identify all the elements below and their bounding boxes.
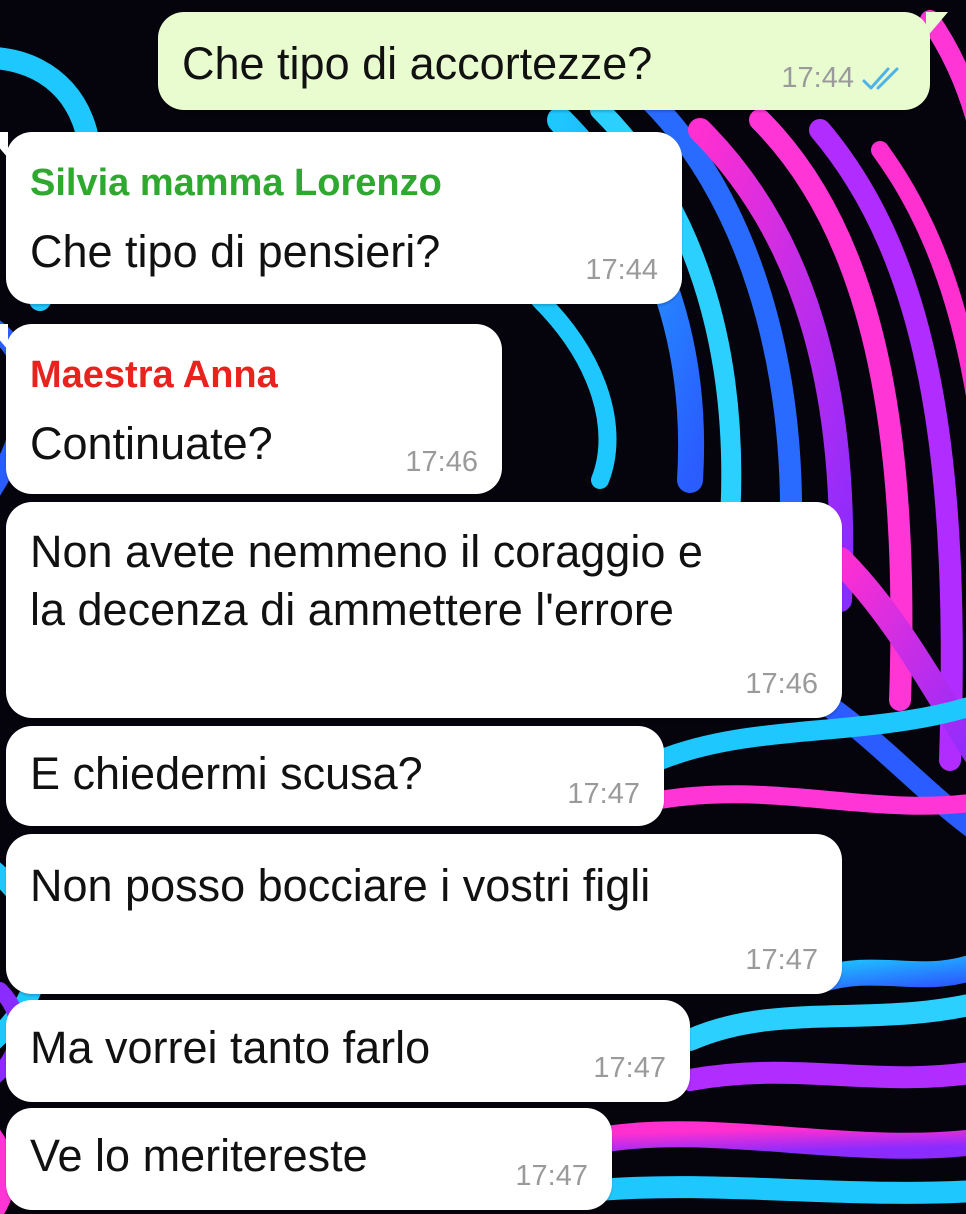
message-timestamp: 17:47 <box>515 1160 588 1192</box>
message-sender-name[interactable]: Maestra Anna <box>30 354 278 397</box>
message-sender-name[interactable]: Silvia mamma Lorenzo <box>30 162 442 205</box>
message-timestamp: 17:44 <box>585 254 658 286</box>
message-timestamp: 17:47 <box>567 778 640 810</box>
message-text: E chiedermi scusa? <box>30 748 423 799</box>
message-bubble-incoming[interactable]: Maestra Anna Continuate? 17:46 <box>6 324 502 494</box>
message-bubble-incoming[interactable]: Non avete nemmeno il coraggio e la decen… <box>6 502 842 718</box>
message-timestamp: 17:46 <box>745 668 818 700</box>
message-text: Continuate? <box>30 418 273 469</box>
message-text: Che tipo di pensieri? <box>30 226 441 277</box>
message-text-line: Non avete nemmeno il coraggio e <box>30 526 703 577</box>
message-text: Che tipo di accortezze? <box>182 38 653 89</box>
message-bubble-outgoing[interactable]: Che tipo di accortezze? 17:44 <box>158 12 930 110</box>
message-timestamp: 17:47 <box>745 944 818 976</box>
message-bubble-incoming[interactable]: Non posso bocciare i vostri figli 17:47 <box>6 834 842 994</box>
message-text: Non posso bocciare i vostri figli <box>30 860 651 911</box>
message-text-line: la decenza di ammettere l'errore <box>30 584 674 635</box>
message-bubble-incoming[interactable]: Ve lo meritereste 17:47 <box>6 1108 612 1210</box>
message-bubble-incoming[interactable]: E chiedermi scusa? 17:47 <box>6 726 664 826</box>
message-timestamp: 17:44 <box>781 62 854 94</box>
message-bubble-incoming[interactable]: Ma vorrei tanto farlo 17:47 <box>6 1000 690 1102</box>
message-bubble-incoming[interactable]: Silvia mamma Lorenzo Che tipo di pensier… <box>6 132 682 304</box>
message-timestamp: 17:46 <box>405 446 478 478</box>
double-check-read-icon <box>862 67 899 90</box>
message-timestamp: 17:47 <box>593 1052 666 1084</box>
message-text: Ma vorrei tanto farlo <box>30 1022 431 1073</box>
message-text: Ve lo meritereste <box>30 1130 368 1181</box>
